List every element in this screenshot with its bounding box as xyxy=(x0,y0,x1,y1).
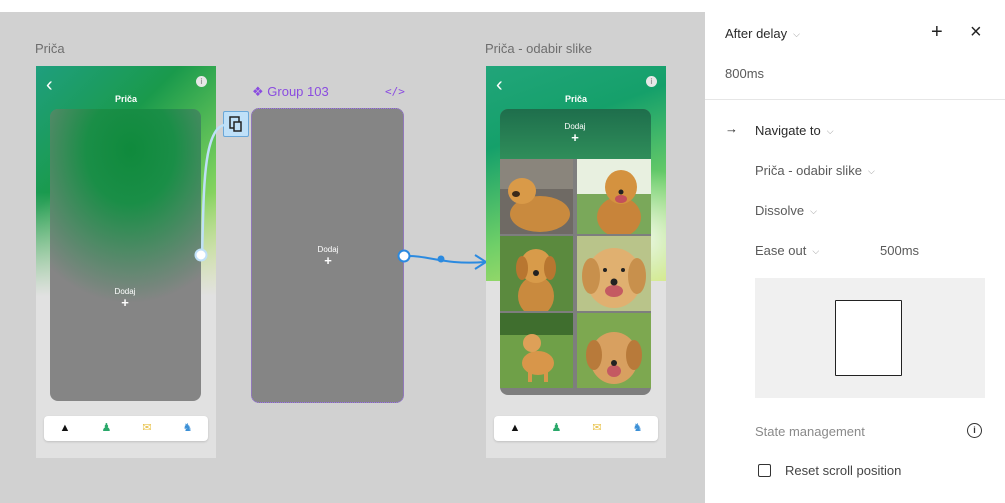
animation-dropdown[interactable]: Dissolve ⌵ xyxy=(755,203,817,218)
add-icon[interactable]: + xyxy=(931,22,943,42)
chevron-down-icon: ⌵ xyxy=(810,206,817,216)
reset-scroll-checkbox[interactable] xyxy=(758,464,771,477)
dog-photo-4[interactable] xyxy=(577,236,651,311)
action-value: Navigate to xyxy=(755,123,821,138)
chevron-down-icon: ⌵ xyxy=(867,166,875,176)
destination-value: Priča - odabir slike xyxy=(755,163,862,178)
frame-title: Priča xyxy=(564,94,588,104)
animation-value: Dissolve xyxy=(755,203,805,218)
bottom-navbar: ▲ ♟ ✉ ♞ xyxy=(494,416,658,441)
trigger-dropdown[interactable]: After delay ⌵ xyxy=(725,26,800,41)
add-label: Dodaj + xyxy=(555,122,595,145)
destination-dropdown[interactable]: Priča - odabir slike ⌵ xyxy=(755,163,875,178)
duration-input[interactable]: 500ms xyxy=(880,243,919,258)
reset-scroll-label[interactable]: Reset scroll position xyxy=(785,463,901,478)
add-header[interactable]: Dodaj + xyxy=(500,109,651,159)
section-divider xyxy=(705,99,1005,100)
easing-value: Ease out xyxy=(755,243,807,258)
action-arrow-icon: → xyxy=(725,121,738,136)
chevron-down-icon: ⌵ xyxy=(826,126,834,136)
interaction-details-panel: After delay ⌵ + × 800ms → Navigate to ⌵ Pr… xyxy=(705,0,1005,503)
dog-photo-3[interactable] xyxy=(500,236,573,311)
delay-input[interactable]: 800ms xyxy=(725,66,764,81)
chevron-down-icon: ⌵ xyxy=(812,246,820,256)
dog-photo-1[interactable] xyxy=(500,159,573,234)
image-picker-card: Dodaj + xyxy=(500,109,651,395)
easing-dropdown[interactable]: Ease out ⌵ xyxy=(755,243,819,258)
info-icon: i xyxy=(646,76,657,87)
action-dropdown[interactable]: Navigate to ⌵ xyxy=(755,123,834,138)
home-icon[interactable]: ▲ xyxy=(510,423,521,434)
dog-photo-5[interactable] xyxy=(500,313,573,388)
info-icon[interactable]: i xyxy=(967,423,982,438)
chevron-down-icon: ⌵ xyxy=(793,29,800,39)
animation-preview xyxy=(755,278,985,398)
mail-icon[interactable]: ✉ xyxy=(592,423,601,434)
trigger-value: After delay xyxy=(725,26,788,41)
pet-icon[interactable]: ♞ xyxy=(633,423,643,434)
frame-label-odabir[interactable]: Priča - odabir slike xyxy=(485,41,592,56)
dog-photo-6[interactable] xyxy=(577,313,651,388)
preview-frame xyxy=(835,300,902,376)
prototype-canvas[interactable]: Priča ‹ Priča i Dodaj + ▲ ♟ ✉ ♞ ❖ Group … xyxy=(0,0,705,503)
close-icon[interactable]: × xyxy=(970,22,982,42)
state-management-label: State management xyxy=(755,424,865,439)
person-icon[interactable]: ♟ xyxy=(551,423,561,434)
plus-icon: + xyxy=(571,130,579,145)
dog-photo-2[interactable] xyxy=(577,159,651,234)
frame-prica-odabir-slike[interactable]: ‹ Priča i Dodaj + ▲ ♟ ✉ ♞ xyxy=(486,66,666,458)
back-chevron-icon: ‹ xyxy=(496,74,503,96)
